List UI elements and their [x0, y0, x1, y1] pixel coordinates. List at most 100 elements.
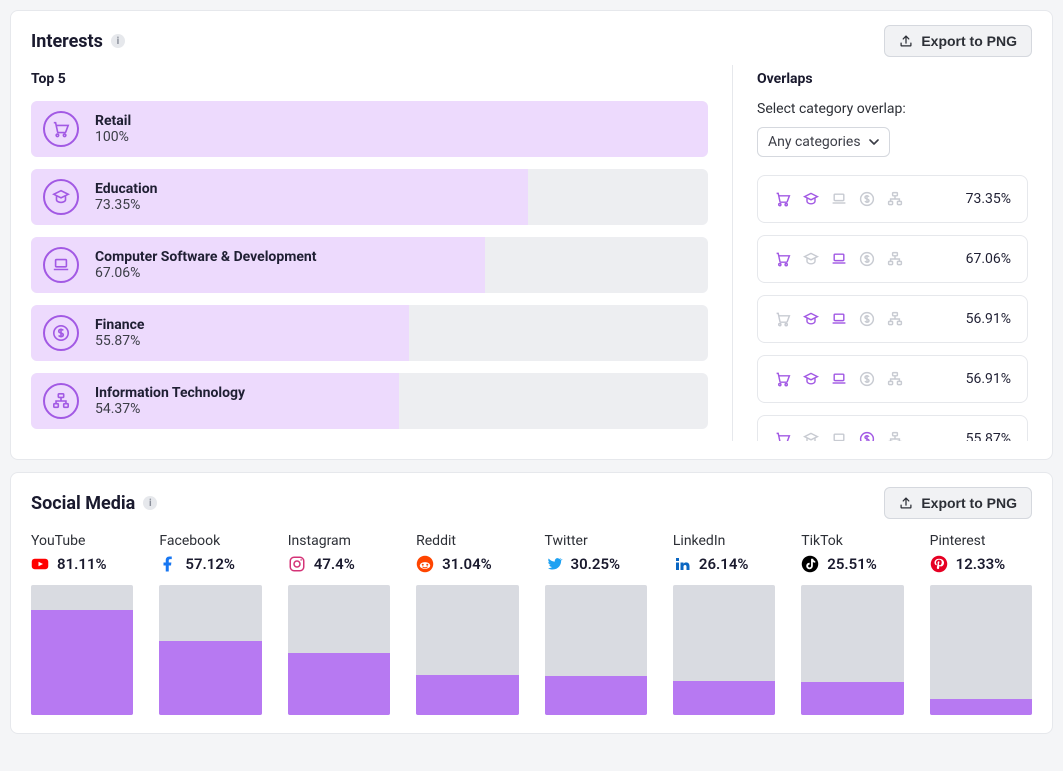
overlaps-list[interactable]: 73.35% 67.06% 56.91% 56.91% 55.87% [757, 175, 1038, 441]
social-bar-fill [545, 676, 647, 715]
social-bar-fill [416, 675, 518, 715]
twitter-icon [545, 555, 563, 573]
laptop-icon [830, 310, 848, 328]
social-percent: 31.04% [442, 555, 492, 573]
social-name: Instagram [288, 533, 390, 549]
interest-row[interactable]: Computer Software & Development 67.06% [31, 237, 708, 293]
social-percent: 26.14% [699, 555, 749, 573]
interest-bar-fill [31, 305, 409, 361]
overlap-percent: 56.91% [966, 371, 1011, 387]
social-bar-fill [159, 641, 261, 715]
export-png-button[interactable]: Export to PNG [884, 487, 1032, 519]
reddit-icon [416, 555, 434, 573]
interest-row[interactable]: Education 73.35% [31, 169, 708, 225]
interest-value: 73.35% [95, 197, 157, 213]
org-icon [886, 430, 904, 441]
interest-label: Retail [95, 113, 131, 129]
export-png-button[interactable]: Export to PNG [884, 25, 1032, 57]
interest-label: Computer Software & Development [95, 249, 316, 265]
social-bar [159, 585, 261, 715]
laptop-icon [830, 250, 848, 268]
interests-overlaps: Overlaps Select category overlap: Any ca… [732, 65, 1032, 441]
interest-value: 54.37% [95, 401, 245, 417]
dollar-icon [858, 190, 876, 208]
overlap-percent: 55.87% [966, 431, 1011, 441]
laptop-icon [830, 370, 848, 388]
social-name: LinkedIn [673, 533, 775, 549]
interests-title: Interests i [31, 31, 125, 52]
grad-icon [802, 370, 820, 388]
social-header: Social Media i Export to PNG [11, 473, 1052, 527]
overlaps-heading: Overlaps [757, 71, 1032, 87]
interest-value: 67.06% [95, 265, 316, 281]
social-name: Pinterest [930, 533, 1032, 549]
instagram-icon [288, 555, 306, 573]
interest-label: Finance [95, 317, 144, 333]
cart-icon [774, 190, 792, 208]
export-icon [899, 34, 913, 48]
social-column: YouTube 81.11% [31, 533, 133, 715]
facebook-icon [159, 555, 177, 573]
social-name: YouTube [31, 533, 133, 549]
dollar-icon [43, 315, 79, 351]
social-name: Reddit [416, 533, 518, 549]
org-icon [43, 383, 79, 419]
interest-row[interactable]: Finance 55.87% [31, 305, 708, 361]
interests-title-text: Interests [31, 31, 103, 52]
social-bar [545, 585, 647, 715]
social-column: TikTok 25.51% [801, 533, 903, 715]
dollar-icon [858, 310, 876, 328]
interests-top5: Top 5 Retail 100% Education 73.35% [31, 65, 732, 441]
overlap-icons [774, 370, 904, 388]
dollar-icon [858, 370, 876, 388]
overlaps-category-dropdown[interactable]: Any categories [757, 127, 890, 157]
pinterest-icon [930, 555, 948, 573]
social-bar [673, 585, 775, 715]
social-percent: 47.4% [314, 555, 355, 573]
overlap-item[interactable]: 67.06% [757, 235, 1028, 283]
social-name: Facebook [159, 533, 261, 549]
social-bar-fill [930, 699, 1032, 715]
interest-row[interactable]: Information Technology 54.37% [31, 373, 708, 429]
chevron-down-icon [869, 137, 879, 147]
cart-icon [774, 430, 792, 441]
social-name: TikTok [801, 533, 903, 549]
social-bar-fill [31, 610, 133, 715]
social-bar [288, 585, 390, 715]
org-icon [886, 190, 904, 208]
interest-row[interactable]: Retail 100% [31, 101, 708, 157]
dollar-icon [858, 250, 876, 268]
overlap-icons [774, 190, 904, 208]
overlap-item[interactable]: 55.87% [757, 415, 1028, 441]
overlap-item[interactable]: 73.35% [757, 175, 1028, 223]
org-icon [886, 250, 904, 268]
social-column: Facebook 57.12% [159, 533, 261, 715]
social-bar [801, 585, 903, 715]
laptop-icon [43, 247, 79, 283]
youtube-icon [31, 555, 49, 573]
overlap-item[interactable]: 56.91% [757, 295, 1028, 343]
overlaps-select-label: Select category overlap: [757, 101, 1032, 117]
cart-icon [774, 310, 792, 328]
interest-label: Education [95, 181, 157, 197]
laptop-icon [830, 190, 848, 208]
export-png-label: Export to PNG [921, 33, 1017, 49]
social-bar [930, 585, 1032, 715]
interest-label: Information Technology [95, 385, 245, 401]
info-icon[interactable]: i [111, 34, 125, 48]
social-title-text: Social Media [31, 493, 135, 514]
laptop-icon [830, 430, 848, 441]
cart-icon [774, 370, 792, 388]
social-bar-fill [673, 681, 775, 715]
overlap-item[interactable]: 56.91% [757, 355, 1028, 403]
linkedin-icon [673, 555, 691, 573]
overlap-percent: 67.06% [966, 251, 1011, 267]
tiktok-icon [801, 555, 819, 573]
interest-value: 55.87% [95, 333, 144, 349]
social-column: Instagram 47.4% [288, 533, 390, 715]
info-icon[interactable]: i [143, 496, 157, 510]
cart-icon [774, 250, 792, 268]
overlap-percent: 56.91% [966, 311, 1011, 327]
social-grid: YouTube 81.11% Facebook 57.12% [31, 533, 1032, 715]
cart-icon [43, 111, 79, 147]
